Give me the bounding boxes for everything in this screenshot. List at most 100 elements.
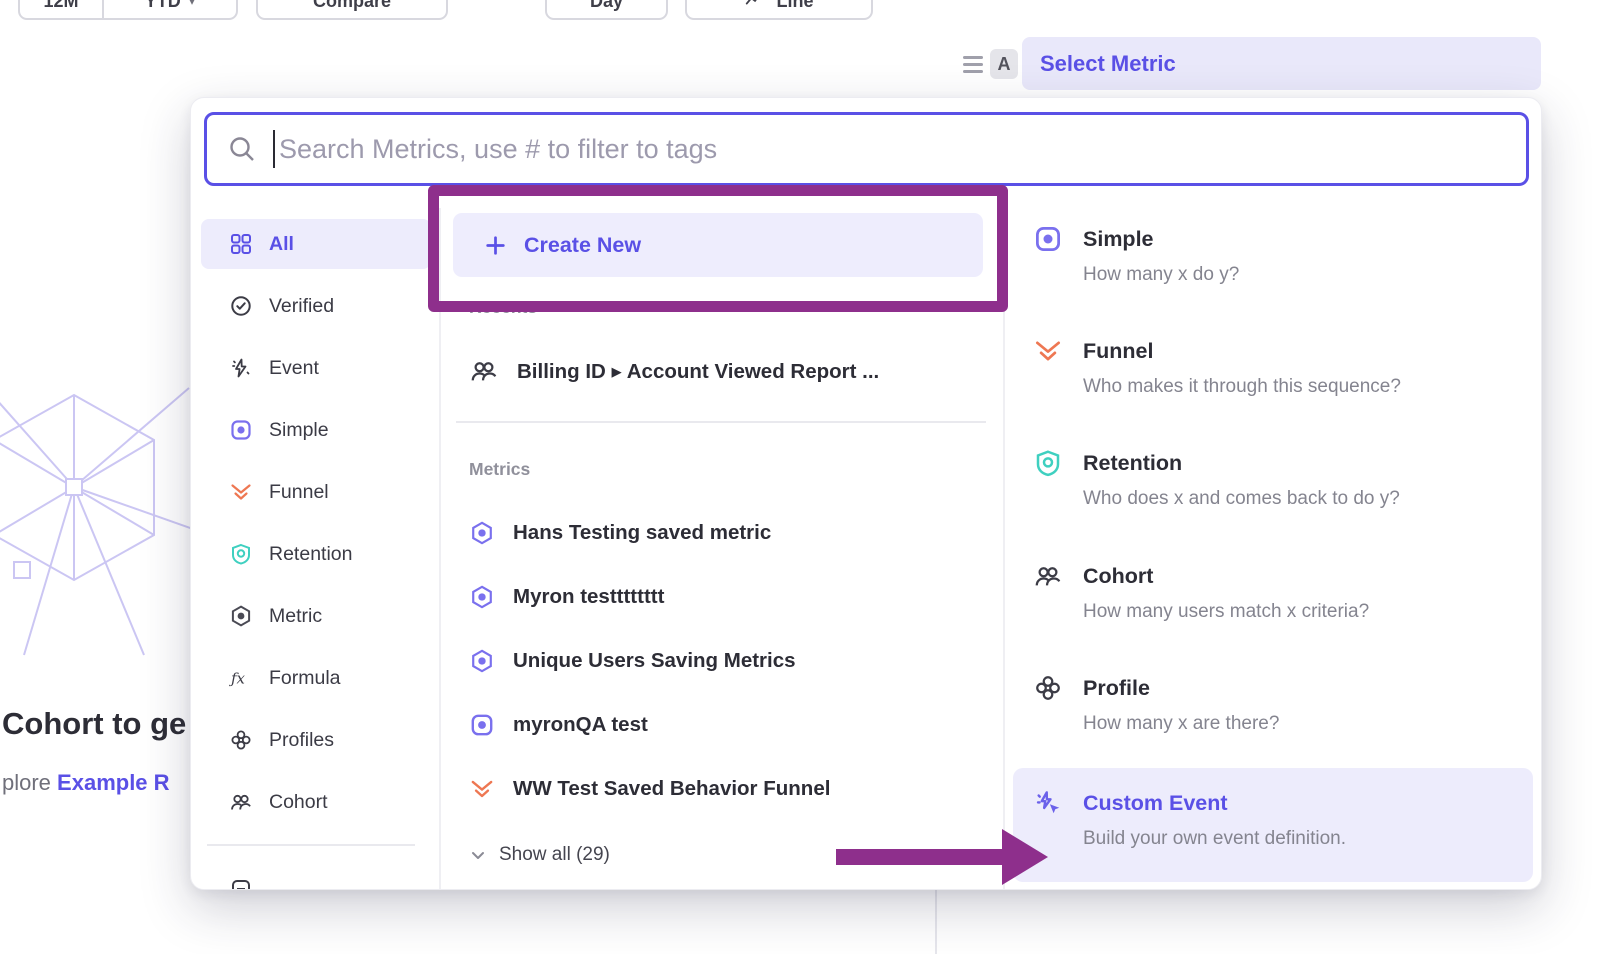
recent-metric-item[interactable]: Billing ID ▸ Account Viewed Report ... (456, 348, 986, 394)
metric-type-desc: Build your own event definition. (1083, 828, 1533, 850)
profiles-icon (1033, 673, 1063, 703)
cohort-icon (469, 356, 499, 386)
metric-type-title: Funnel (1083, 339, 1153, 364)
sidebar-item-label: Retention (269, 543, 352, 566)
sidebar-item-cohort[interactable]: Cohort (201, 777, 431, 827)
simple-metric-icon (229, 418, 253, 442)
cohort-icon (1033, 561, 1063, 591)
sidebar-item-verified[interactable]: Verified (201, 281, 431, 331)
empty-state-headline: Cohort to ge (2, 706, 186, 742)
empty-state-illustration (0, 330, 196, 660)
sidebar-item-label: Verified (269, 295, 334, 318)
metric-type-custom-event[interactable]: Custom Event Build your own event defini… (1013, 768, 1533, 882)
metric-type-cohort[interactable]: Cohort How many users match x criteria? (1013, 561, 1533, 623)
recents-heading: Recents (469, 297, 537, 318)
metric-search[interactable] (204, 112, 1529, 186)
metric-type-retention[interactable]: Retention Who does x and comes back to d… (1013, 448, 1533, 510)
sidebar-item-label: Event (269, 357, 319, 380)
funnel-icon (229, 480, 253, 504)
sidebar-item-label: Simple (269, 419, 329, 442)
sidebar-item-label: Profiles (269, 729, 334, 752)
day-granularity-button[interactable]: Day (545, 0, 668, 20)
text-cursor (273, 130, 275, 168)
compare-label: Compare (313, 0, 391, 12)
types-column-divider (1003, 208, 1005, 889)
sidebar-item-label: Funnel (269, 481, 329, 504)
sidebar-item-all[interactable]: All (201, 219, 431, 269)
sidebar-item-profiles[interactable]: Profiles (201, 715, 431, 765)
sidebar-item-partial-icon (229, 877, 253, 890)
plus-icon (483, 233, 508, 258)
metric-type-desc: How many x do y? (1083, 264, 1533, 286)
metric-type-desc: Who does x and comes back to do y? (1083, 488, 1533, 510)
saved-metric-label: Unique Users Saving Metrics (513, 649, 796, 673)
empty-state-subline: plore Example R (2, 770, 170, 796)
range-12m-button[interactable]: 12M (20, 0, 102, 18)
sidebar-item-label: Cohort (269, 791, 328, 814)
show-all-label: Show all (29) (499, 844, 610, 866)
line-chart-icon (744, 0, 766, 15)
series-a-badge: A (990, 49, 1018, 79)
metric-hexagon-icon (229, 604, 253, 628)
sidebar-item-retention[interactable]: Retention (201, 529, 431, 579)
retention-icon (229, 542, 253, 566)
select-metric-label: Select Metric (1040, 51, 1176, 77)
formula-icon: ƒx (229, 666, 253, 690)
metric-type-desc: How many users match x criteria? (1083, 601, 1533, 623)
range-12m-label: 12M (43, 0, 78, 12)
metric-hexagon-icon (469, 648, 495, 674)
metric-type-title: Cohort (1083, 564, 1153, 589)
metric-type-title: Simple (1083, 227, 1154, 252)
cohort-icon (229, 790, 253, 814)
event-spark-icon (229, 356, 253, 380)
saved-metric-item[interactable]: Myron testttttttt (456, 571, 986, 623)
select-metric-field[interactable]: Select Metric (1022, 37, 1541, 90)
funnel-icon (469, 776, 495, 802)
create-new-label: Create New (524, 233, 641, 258)
metrics-heading: Metrics (469, 459, 530, 480)
grid-icon (229, 232, 253, 256)
metric-type-profile[interactable]: Profile How many x are there? (1013, 673, 1533, 735)
example-report-link[interactable]: Example R (57, 770, 170, 795)
profiles-icon (229, 728, 253, 752)
compare-button[interactable]: Compare (256, 0, 448, 20)
sidebar-item-metric[interactable]: Metric (201, 591, 431, 641)
sidebar-column-divider (439, 208, 441, 889)
chevron-down-icon: ▾ (189, 0, 196, 9)
metric-type-desc: Who makes it through this sequence? (1083, 376, 1533, 398)
create-new-button[interactable]: Create New (453, 213, 983, 277)
subline-text: plore (2, 770, 57, 795)
sidebar-item-event[interactable]: Event (201, 343, 431, 393)
sidebar-item-simple[interactable]: Simple (201, 405, 431, 455)
sidebar-divider (207, 844, 415, 846)
retention-icon (1033, 448, 1063, 478)
sidebar-item-formula[interactable]: ƒx Formula (201, 653, 431, 703)
range-ytd-button[interactable]: YTD ▾ (102, 0, 236, 18)
simple-metric-icon (1033, 224, 1063, 254)
drag-handle-icon[interactable] (963, 56, 983, 73)
sidebar-item-label: Formula (269, 667, 341, 690)
chevron-down-icon (469, 846, 487, 864)
metric-type-title: Custom Event (1083, 791, 1228, 816)
saved-metric-label: myronQA test (513, 713, 648, 737)
line-chart-type-button[interactable]: Line (685, 0, 873, 20)
saved-metric-label: Myron testttttttt (513, 585, 664, 609)
saved-metric-item[interactable]: Hans Testing saved metric (456, 507, 986, 559)
saved-metric-item[interactable]: WW Test Saved Behavior Funnel (456, 763, 986, 815)
show-all-toggle[interactable]: Show all (29) (469, 840, 610, 870)
sidebar-item-label: All (269, 233, 294, 256)
search-input[interactable] (279, 134, 1506, 165)
metric-type-title: Profile (1083, 676, 1150, 701)
list-divider (456, 421, 986, 423)
saved-metric-item[interactable]: myronQA test (456, 699, 986, 751)
saved-metric-item[interactable]: Unique Users Saving Metrics (456, 635, 986, 687)
metric-hexagon-icon (469, 520, 495, 546)
metric-type-title: Retention (1083, 451, 1182, 476)
date-range-control: 12M YTD ▾ (18, 0, 238, 20)
day-label: Day (590, 0, 623, 12)
metric-type-simple[interactable]: Simple How many x do y? (1013, 224, 1533, 286)
line-label: Line (776, 0, 813, 12)
metric-type-funnel[interactable]: Funnel Who makes it through this sequenc… (1013, 336, 1533, 398)
saved-metric-label: Hans Testing saved metric (513, 521, 771, 545)
sidebar-item-funnel[interactable]: Funnel (201, 467, 431, 517)
